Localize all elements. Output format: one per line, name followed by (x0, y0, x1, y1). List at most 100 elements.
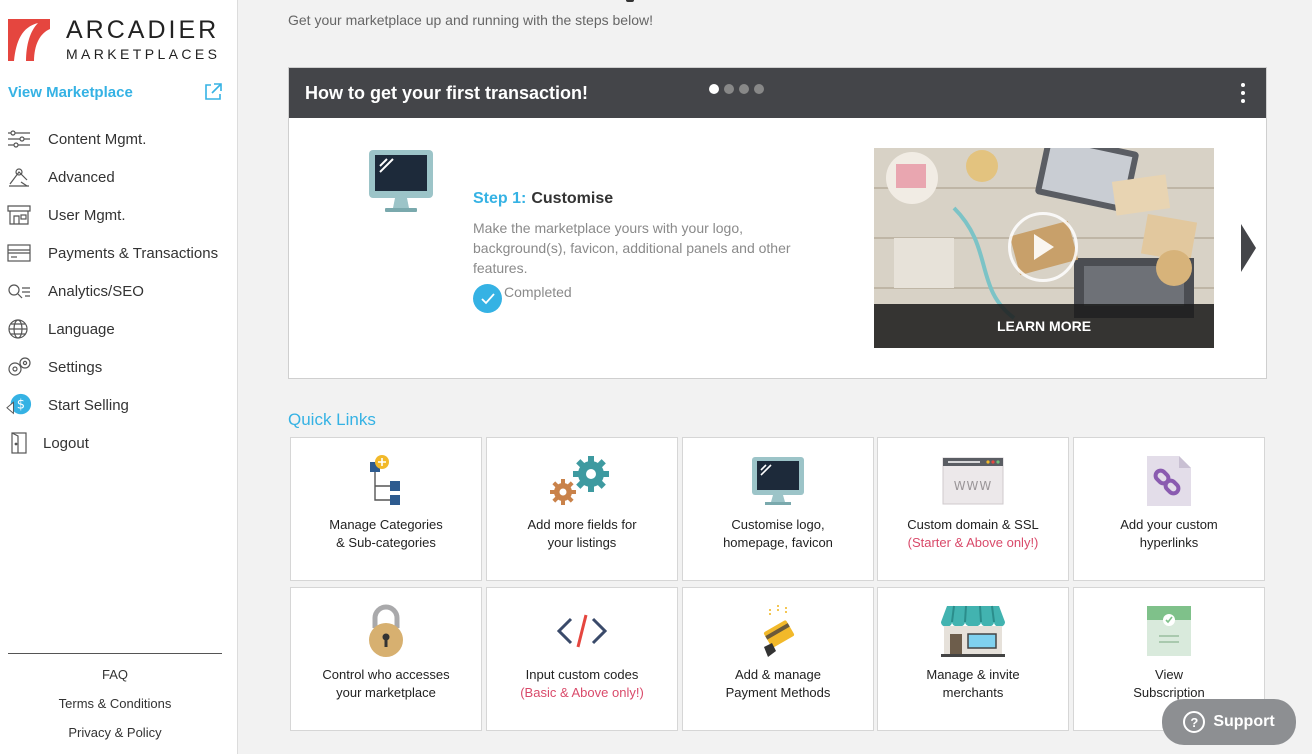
carousel-dot-1[interactable] (709, 84, 719, 94)
storefront-icon (878, 602, 1068, 660)
category-tree-icon (291, 452, 481, 510)
gears-icon (487, 452, 677, 510)
step-number: Step 1: (473, 190, 527, 207)
quick-link-label-2: & Sub-categories (336, 535, 436, 550)
more-options-icon[interactable] (1240, 83, 1246, 103)
quick-link-label: Add more fields for (527, 517, 637, 532)
quick-link-custom-domain[interactable]: WWW Custom domain & SSL (Starter & Above … (877, 437, 1069, 581)
quick-link-label: Customise logo, (731, 517, 825, 532)
sidebar-item-label: Payments & Transactions (48, 244, 219, 262)
sidebar-item-label: Analytics/SEO (48, 282, 144, 300)
quick-link-add-fields[interactable]: Add more fields for your listings (486, 437, 678, 581)
quick-link-custom-hyperlinks[interactable]: Add your custom hyperlinks (1073, 437, 1265, 581)
faq-link[interactable]: FAQ (8, 660, 222, 689)
learn-more-button[interactable]: LEARN MORE (874, 304, 1214, 348)
quick-link-label-2: Payment Methods (725, 685, 831, 700)
quick-link-label: Manage & invite (926, 667, 1020, 682)
onboarding-card: How to get your first transaction! Step … (288, 67, 1267, 379)
quick-link-label-2: Subscription (1133, 685, 1205, 700)
sidebar-item-label: Logout (43, 434, 89, 452)
monitor-icon (367, 148, 437, 219)
quick-link-access-control[interactable]: Control who accesses your marketplace (290, 587, 482, 731)
quick-link-label-2: hyperlinks (1139, 535, 1199, 550)
quick-link-label-2: your marketplace (336, 685, 436, 700)
sidebar-item-content-mgmt[interactable]: Content Mgmt. (0, 120, 237, 158)
advanced-icon (6, 165, 32, 189)
quick-link-label-2: homepage, favicon (723, 535, 833, 550)
sidebar-item-language[interactable]: Language (0, 310, 237, 348)
carousel-dot-4[interactable] (754, 84, 764, 94)
carousel-next-arrow-icon[interactable] (1241, 224, 1256, 272)
quick-link-label: Custom domain & SSL (907, 517, 1039, 532)
sidebar: ARCADIER MARKETPLACES View Marketplace C… (0, 0, 238, 754)
brand-logo[interactable]: ARCADIER MARKETPLACES (8, 18, 220, 61)
onboarding-card-header: How to get your first transaction! (289, 68, 1266, 118)
carousel-dots (709, 84, 764, 94)
quick-link-payment-methods[interactable]: Add & manage Payment Methods (682, 587, 874, 731)
quick-link-label: Input custom codes (525, 667, 639, 682)
browser-www-icon: WWW (878, 452, 1068, 510)
dollar-icon: $ (6, 393, 32, 417)
quick-links-title: Quick Links (288, 410, 376, 429)
quick-link-label: Add your custom (1120, 517, 1218, 532)
step-details: Step 1: Customise Make the marketplace yo… (473, 190, 793, 313)
sidebar-item-label: Advanced (48, 168, 115, 186)
page-title-fragment (626, 0, 634, 2)
help-icon: ? (1183, 711, 1206, 733)
svg-text:WWW: WWW (954, 479, 993, 493)
sidebar-footer: FAQ Terms & Conditions Privacy & Policy (8, 653, 222, 747)
privacy-link[interactable]: Privacy & Policy (8, 718, 222, 747)
step-status: Completed (473, 278, 793, 313)
link-file-icon (1074, 452, 1264, 510)
card-icon (6, 241, 32, 265)
play-icon[interactable] (1008, 212, 1078, 282)
view-marketplace-link[interactable]: View Marketplace (8, 82, 223, 102)
sidebar-nav: Content Mgmt. Advanced User Mgmt. Paymen… (0, 120, 237, 462)
sidebar-item-settings[interactable]: Settings (0, 348, 237, 386)
brand-subname: MARKETPLACES (66, 46, 221, 62)
sidebar-item-logout[interactable]: Logout (0, 424, 237, 462)
terms-link[interactable]: Terms & Conditions (8, 689, 222, 718)
search-icon (6, 279, 32, 303)
logout-icon (6, 431, 32, 455)
quick-link-label-2: your listings (547, 535, 617, 550)
sidebar-item-label: User Mgmt. (48, 206, 126, 224)
external-link-icon[interactable] (203, 82, 223, 102)
carousel-dot-3[interactable] (739, 84, 749, 94)
sidebar-item-advanced[interactable]: Advanced (0, 158, 237, 196)
plan-requirement-note: (Basic & Above only!) (520, 685, 644, 700)
carousel-dot-2[interactable] (724, 84, 734, 94)
quick-link-label: View (1155, 667, 1183, 682)
quick-link-label: Control who accesses (322, 667, 450, 682)
view-marketplace-label[interactable]: View Marketplace (8, 84, 133, 101)
support-label: Support (1213, 713, 1275, 730)
quick-link-customise-logo[interactable]: Customise logo, homepage, favicon (682, 437, 874, 581)
quick-link-label: Add & manage (734, 667, 821, 682)
sidebar-item-payments[interactable]: Payments & Transactions (0, 234, 237, 272)
check-icon (473, 284, 502, 313)
sidebar-item-user-mgmt[interactable]: User Mgmt. (0, 196, 237, 234)
quick-link-label: Manage Categories (329, 517, 443, 532)
step-status-label: Completed (504, 283, 572, 300)
support-button[interactable]: ? Support (1162, 699, 1296, 745)
svg-text:$: $ (17, 398, 25, 413)
sliders-icon (6, 127, 32, 151)
quick-link-merchants[interactable]: Manage & invite merchants (877, 587, 1069, 731)
credit-card-icon (683, 602, 873, 660)
page-subtitle: Get your marketplace up and running with… (288, 12, 653, 28)
subscription-icon (1074, 602, 1264, 660)
quick-link-manage-categories[interactable]: Manage Categories & Sub-categories (290, 437, 482, 581)
gear-icon (6, 355, 32, 379)
sidebar-item-analytics-seo[interactable]: Analytics/SEO (0, 272, 237, 310)
sidebar-item-start-selling[interactable]: $ Start Selling (0, 386, 237, 424)
arcadier-logo-icon (8, 18, 50, 61)
step-title: Customise (531, 190, 614, 207)
video-thumbnail[interactable]: LEARN MORE (874, 148, 1214, 348)
quick-link-label-2: merchants (942, 685, 1004, 700)
code-icon (487, 602, 677, 660)
brand-name: ARCADIER (66, 16, 220, 44)
monitor-icon (683, 452, 873, 510)
sidebar-item-label: Settings (48, 358, 103, 376)
quick-link-custom-codes[interactable]: Input custom codes (Basic & Above only!) (486, 587, 678, 731)
sidebar-item-label: Start Selling (48, 396, 129, 414)
